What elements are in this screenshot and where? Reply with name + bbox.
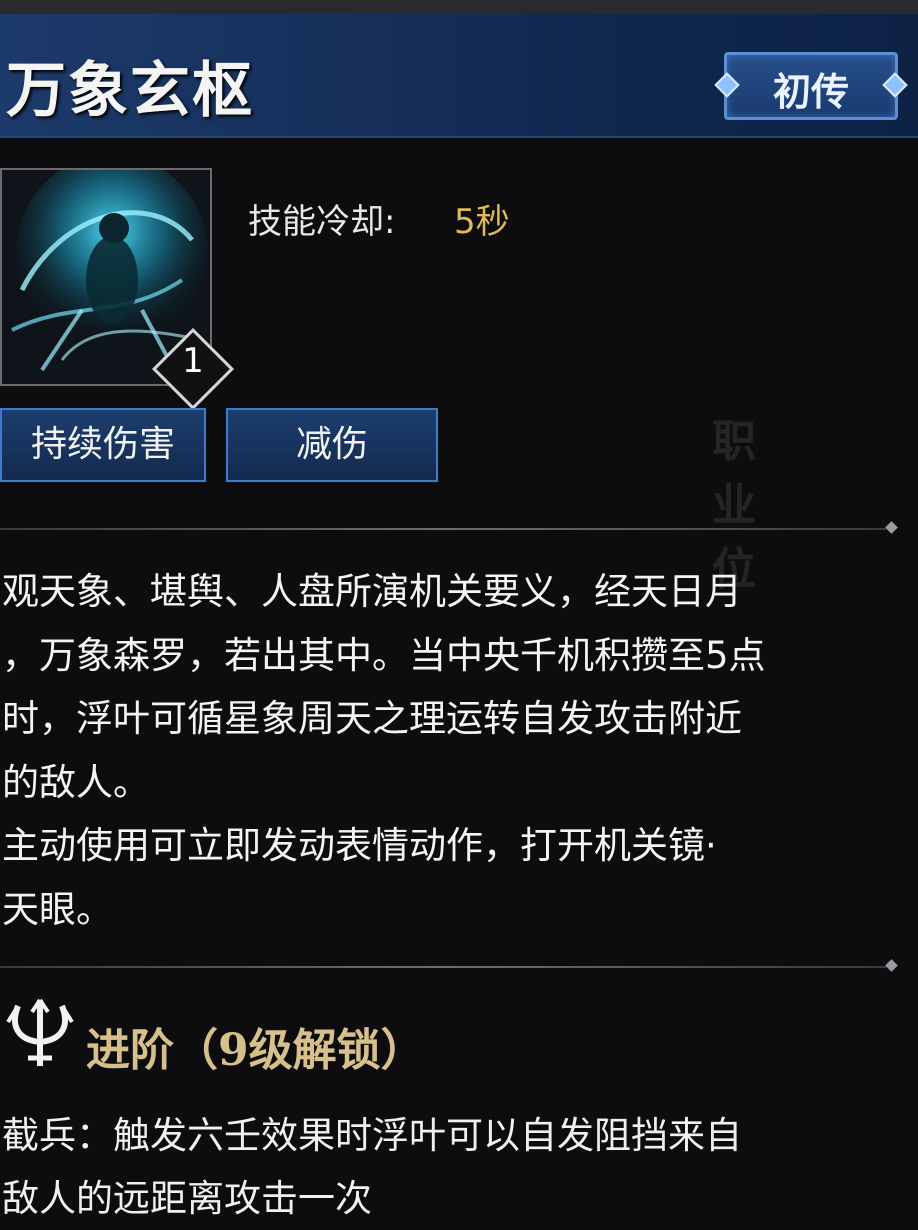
divider-bottom <box>0 959 898 972</box>
tag-dot-damage: 持续伤害 <box>0 408 206 482</box>
skill-level-number: 1 <box>182 341 204 381</box>
skill-description: 观天象、堪舆、人盘所演机关要义，经天日月 ，万象森罗，若出其中。当中央千机积攒至… <box>2 570 766 931</box>
rank-badge: 初传 <box>714 52 908 120</box>
advanced-description: 截兵：触发六壬效果时浮叶可以自发阻挡来自 敌人的远距离攻击一次 <box>2 1114 742 1220</box>
skill-title: 万象玄枢 <box>6 56 254 126</box>
skill-header: 万象玄枢 初传 <box>0 14 918 138</box>
cooldown-label: 技能冷却: <box>248 202 396 242</box>
divider-top <box>0 521 898 534</box>
tag-damage-reduction: 减伤 <box>226 408 438 482</box>
top-strip <box>0 0 918 14</box>
trident-icon <box>6 998 74 1066</box>
rank-label: 初传 <box>772 69 849 114</box>
cooldown-value: 5秒 <box>454 202 510 242</box>
advanced-title: 进阶（9级解锁） <box>86 1025 425 1076</box>
